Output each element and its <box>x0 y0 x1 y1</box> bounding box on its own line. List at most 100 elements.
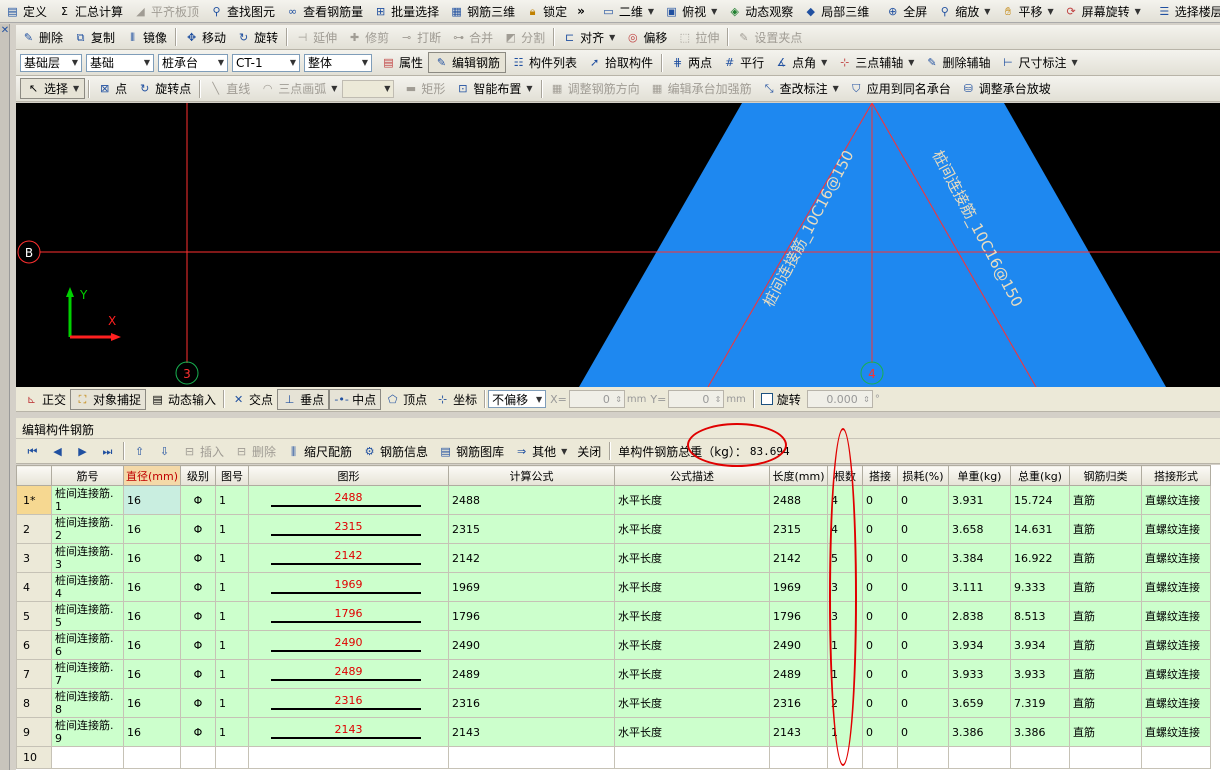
formula-cell[interactable]: 2142 <box>448 543 615 573</box>
unit-weight-cell[interactable]: 3.384 <box>948 543 1011 573</box>
column-header[interactable]: 搭接形式 <box>1141 465 1211 486</box>
figure-no-cell[interactable]: 1 <box>215 601 249 631</box>
lap-type-cell[interactable]: 直螺纹连接 <box>1141 514 1211 544</box>
figure-no-cell[interactable]: 1 <box>215 543 249 573</box>
spin-icon[interactable]: ⇕ <box>863 395 870 404</box>
bar-name-cell[interactable]: 桩间连接筋.7 <box>51 659 124 689</box>
rotate-checkbox[interactable] <box>760 393 773 405</box>
shape-cell[interactable]: 2315 <box>248 514 449 544</box>
grade-cell[interactable]: Φ <box>180 485 216 515</box>
figure-no-cell[interactable]: 1 <box>215 514 249 544</box>
grade-cell[interactable]: Φ <box>180 717 216 747</box>
total-weight-cell[interactable]: 8.513 <box>1010 601 1070 631</box>
formula-cell[interactable]: 2488 <box>448 485 615 515</box>
row-number[interactable]: 9 <box>16 717 52 747</box>
empty-cell[interactable] <box>1069 746 1142 769</box>
figure-no-cell[interactable]: 1 <box>215 630 249 660</box>
intersection-snap-toggle[interactable]: ✕ 交点 <box>227 389 277 410</box>
formula-desc-cell[interactable]: 水平长度 <box>614 630 770 660</box>
empty-cell[interactable] <box>897 746 949 769</box>
empty-cell[interactable] <box>180 746 216 769</box>
empty-cell[interactable] <box>769 746 828 769</box>
move-button[interactable]: ✥ 移动 <box>179 25 231 49</box>
bar-name-cell[interactable]: 桩间连接筋.5 <box>51 601 124 631</box>
formula-desc-cell[interactable]: 水平长度 <box>614 514 770 544</box>
bar-name-cell[interactable]: 桩间连接筋.9 <box>51 717 124 747</box>
shape-cell[interactable]: 2488 <box>248 485 449 515</box>
arc-button[interactable]: ◠ 三点画弧 ▼ <box>255 76 342 101</box>
delete-axis-button[interactable]: ✎ 删除辅轴 <box>919 50 995 75</box>
total-weight-cell[interactable]: 3.386 <box>1010 717 1070 747</box>
spin-icon[interactable]: ⇕ <box>715 395 722 404</box>
bar-name-cell[interactable]: 桩间连接筋.6 <box>51 630 124 660</box>
length-cell[interactable]: 2315 <box>769 514 828 544</box>
formula-desc-cell[interactable]: 水平长度 <box>614 543 770 573</box>
insert-button[interactable]: ⊟ 插入 <box>177 439 229 463</box>
two-points-button[interactable]: ⋕ 两点 <box>665 50 717 75</box>
move-down-button[interactable]: ⇩ <box>152 439 177 463</box>
rebar-class-cell[interactable]: 直筋 <box>1069 688 1142 718</box>
table-row[interactable]: 6 桩间连接筋.6 16 Φ 1 2490 2490 水平长度 2490 1 0 0 3.934 3.93… <box>16 630 1211 660</box>
level-top-button[interactable]: ◢ 平齐板顶 <box>128 0 204 22</box>
rotate-angle-input[interactable]: 0.000 ⇕ <box>806 390 873 408</box>
row-number[interactable]: 3 <box>16 543 52 573</box>
other-dropdown[interactable]: ⇒ 其他 ▼ <box>509 439 572 463</box>
length-cell[interactable]: 2316 <box>769 688 828 718</box>
rebar-class-cell[interactable]: 直筋 <box>1069 601 1142 631</box>
grade-cell[interactable]: Φ <box>180 543 216 573</box>
dynamic-input-toggle[interactable]: ▤ 动态输入 <box>146 389 220 410</box>
loss-cell[interactable]: 0 <box>897 572 949 602</box>
bar-name-cell[interactable]: 桩间连接筋.3 <box>51 543 124 573</box>
lap-cell[interactable]: 0 <box>862 601 898 631</box>
column-header[interactable]: 筋号 <box>51 465 124 486</box>
lap-type-cell[interactable]: 直螺纹连接 <box>1141 543 1211 573</box>
define-button[interactable]: ▤ 定义 <box>0 0 52 22</box>
empty-cell[interactable] <box>448 746 615 769</box>
table-row[interactable]: 2 桩间连接筋.2 16 Φ 1 2315 2315 水平长度 2315 4 0 0 3.658 14.6… <box>16 514 1211 544</box>
diameter-cell[interactable]: 16 <box>123 601 181 631</box>
lap-cell[interactable]: 0 <box>862 485 898 515</box>
last-record-button[interactable]: ⏭ <box>95 439 120 463</box>
empty-cell[interactable] <box>1141 746 1211 769</box>
next-record-button[interactable]: ▶ <box>70 439 95 463</box>
row-number[interactable]: 2 <box>16 514 52 544</box>
toolbar-overflow-button[interactable]: » <box>572 0 590 22</box>
rebar-class-cell[interactable]: 直筋 <box>1069 543 1142 573</box>
delete-button[interactable]: ✎ 删除 <box>16 25 68 49</box>
unit-weight-cell[interactable]: 3.111 <box>948 572 1011 602</box>
pick-member-button[interactable]: ➚ 拾取构件 <box>582 50 658 75</box>
lap-cell[interactable]: 0 <box>862 688 898 718</box>
diameter-cell[interactable]: 16 <box>123 514 181 544</box>
extend-button[interactable]: ⊣ 延伸 <box>290 25 342 49</box>
rebar-class-cell[interactable]: 直筋 <box>1069 514 1142 544</box>
break-button[interactable]: ⊸ 打断 <box>394 25 446 49</box>
lap-type-cell[interactable]: 直螺纹连接 <box>1141 688 1211 718</box>
point-angle-dropdown[interactable]: ∡ 点角 ▼ <box>769 50 832 75</box>
bar-name-cell[interactable]: 桩间连接筋.8 <box>51 688 124 718</box>
column-header[interactable]: 总重(kg) <box>1010 465 1070 486</box>
formula-cell[interactable]: 2143 <box>448 717 615 747</box>
table-row[interactable]: 9 桩间连接筋.9 16 Φ 1 2143 2143 水平长度 2143 1 0 0 3.386 3.38… <box>16 717 1211 747</box>
dimension-dropdown[interactable]: ⊢ 尺寸标注 ▼ <box>995 50 1082 75</box>
first-record-button[interactable]: ⏮ <box>20 439 45 463</box>
loss-cell[interactable]: 0 <box>897 601 949 631</box>
length-cell[interactable]: 2142 <box>769 543 828 573</box>
row-number[interactable]: 6 <box>16 630 52 660</box>
loss-cell[interactable]: 0 <box>897 688 949 718</box>
total-weight-cell[interactable]: 16.922 <box>1010 543 1070 573</box>
y-offset-input[interactable]: 0 ⇕ <box>668 390 725 408</box>
table-row[interactable]: 8 桩间连接筋.8 16 Φ 1 2316 2316 水平长度 2316 2 0 0 3.659 7.31… <box>16 688 1211 718</box>
formula-desc-cell[interactable]: 水平长度 <box>614 601 770 631</box>
dynamic-orbit-button[interactable]: ◈ 动态观察 <box>722 0 798 22</box>
three-point-axis-dropdown[interactable]: ⊹ 三点辅轴 ▼ <box>832 50 919 75</box>
fullscreen-button[interactable]: ⊕ 全屏 <box>880 0 932 22</box>
spin-icon[interactable]: ⇕ <box>615 395 622 404</box>
move-up-button[interactable]: ⇧ <box>127 439 152 463</box>
empty-cell[interactable] <box>862 746 898 769</box>
lap-type-cell[interactable]: 直螺纹连接 <box>1141 630 1211 660</box>
formula-cell[interactable]: 2315 <box>448 514 615 544</box>
edit-annotation-dropdown[interactable]: ⤡ 查改标注 ▼ <box>757 76 844 101</box>
table-row[interactable]: 3 桩间连接筋.3 16 Φ 1 2142 2142 水平长度 2142 5 0 0 3.384 16.9… <box>16 543 1211 573</box>
column-header[interactable]: 搭接 <box>862 465 898 486</box>
diameter-cell[interactable]: 16 <box>123 543 181 573</box>
